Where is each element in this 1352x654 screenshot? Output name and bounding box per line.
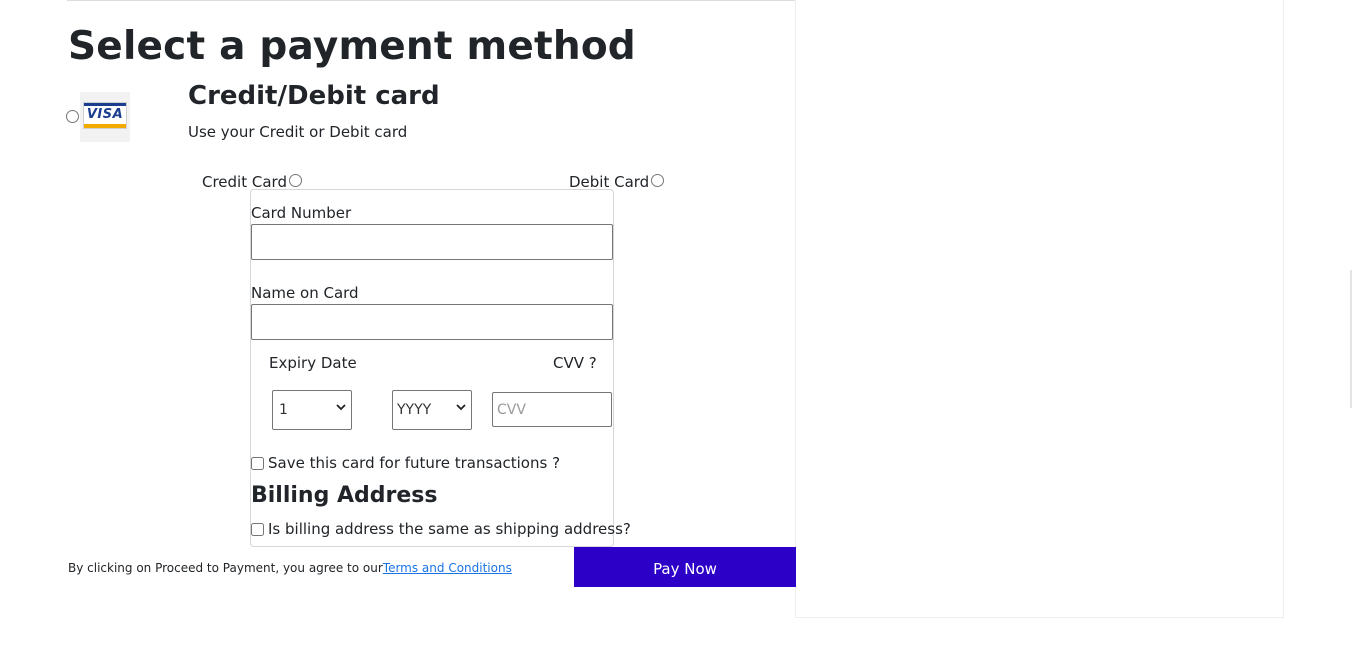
credit-card-radio[interactable] (288, 173, 302, 187)
billing-same-option[interactable]: Is billing address the same as shipping … (251, 520, 631, 538)
save-card-label: Save this card for future transactions ? (268, 454, 561, 472)
billing-same-label: Is billing address the same as shipping … (268, 520, 631, 538)
pay-now-button[interactable]: Pay Now (574, 547, 796, 587)
card-details-form: Card Number Name on Card Expiry Date CVV… (250, 189, 631, 547)
expiry-year-select[interactable]: YYYY (392, 390, 472, 430)
expiry-month-select[interactable]: 1 (272, 390, 352, 430)
order-summary-panel (795, 0, 1284, 618)
save-card-option[interactable]: Save this card for future transactions ? (251, 454, 560, 472)
cvv-input[interactable] (492, 392, 612, 427)
cvv-label: CVV ? (553, 354, 597, 372)
method-title: Credit/Debit card (188, 81, 440, 111)
visa-logo-text: VISA (86, 107, 124, 122)
terms-notice: By clicking on Proceed to Payment, you a… (68, 561, 512, 575)
debit-card-radio[interactable] (651, 173, 665, 187)
billing-same-checkbox[interactable] (251, 522, 264, 536)
top-divider (67, 0, 795, 1)
chevron-down-icon (336, 404, 346, 411)
card-number-input[interactable] (251, 224, 613, 260)
expiry-year-value: YYYY (397, 402, 432, 418)
terms-prefix: By clicking on Proceed to Payment, you a… (68, 561, 383, 575)
chevron-down-icon (456, 404, 466, 411)
page-title: Select a payment method (68, 24, 636, 69)
terms-link[interactable]: Terms and Conditions (383, 561, 512, 575)
visa-card-icon: VISA (83, 102, 127, 129)
name-on-card-label: Name on Card (251, 284, 359, 302)
expiry-month-value: 1 (279, 402, 288, 418)
visa-logo: VISA (80, 92, 130, 142)
expiry-date-label: Expiry Date (269, 354, 357, 372)
name-on-card-input[interactable] (251, 304, 613, 340)
billing-address-title: Billing Address (251, 483, 438, 508)
save-card-checkbox[interactable] (251, 456, 264, 470)
card-number-label: Card Number (251, 204, 352, 222)
card-method-radio[interactable] (66, 110, 79, 123)
method-subtitle: Use your Credit or Debit card (188, 123, 408, 141)
